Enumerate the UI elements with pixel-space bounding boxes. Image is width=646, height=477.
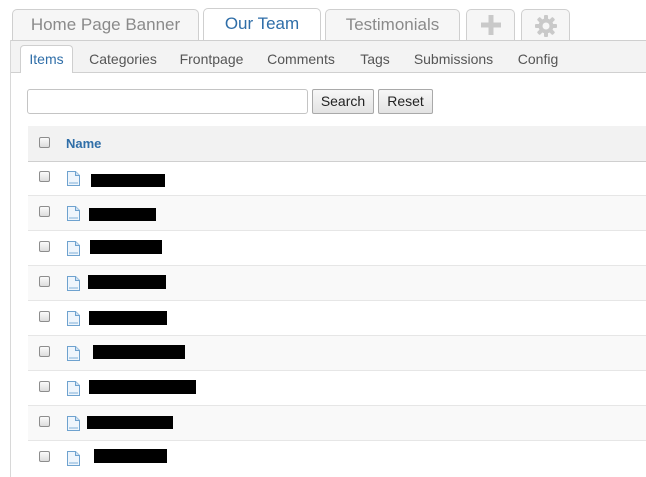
row-checkbox[interactable] [39, 276, 50, 287]
table-row[interactable] [28, 371, 646, 406]
tab-home-page-banner[interactable]: Home Page Banner [12, 9, 199, 40]
document-icon [67, 381, 80, 396]
gear-icon [534, 15, 557, 37]
redacted-item-name[interactable] [89, 380, 196, 394]
redacted-item-name[interactable] [93, 345, 185, 359]
row-checkbox[interactable] [39, 346, 50, 357]
row-checkbox[interactable] [39, 241, 50, 252]
document-icon [67, 346, 80, 361]
tab-testimonials[interactable]: Testimonials [325, 9, 460, 40]
add-tab-button[interactable] [466, 9, 515, 40]
redacted-item-name[interactable] [94, 449, 167, 463]
reset-button[interactable]: Reset [378, 89, 433, 114]
tab-our-team[interactable]: Our Team [203, 8, 321, 41]
redacted-item-name[interactable] [87, 416, 173, 429]
document-icon [67, 416, 80, 431]
panel-border [10, 40, 11, 477]
table-header: Name [28, 126, 646, 162]
redacted-item-name[interactable] [89, 311, 167, 325]
subtab-submissions[interactable]: Submissions [410, 49, 497, 73]
redacted-item-name[interactable] [89, 208, 156, 221]
table-row[interactable] [28, 266, 646, 301]
table-row[interactable] [28, 441, 646, 476]
document-icon [67, 171, 80, 186]
table-row[interactable] [28, 336, 646, 371]
settings-tab-button[interactable] [521, 9, 570, 40]
search-input[interactable] [27, 89, 308, 114]
row-checkbox[interactable] [39, 451, 50, 462]
document-icon [67, 276, 80, 291]
table-row[interactable] [28, 406, 646, 441]
row-checkbox[interactable] [39, 416, 50, 427]
table-row[interactable] [28, 301, 646, 336]
row-checkbox[interactable] [39, 171, 50, 182]
column-header-name[interactable]: Name [66, 136, 101, 151]
subtab-categories[interactable]: Categories [83, 49, 163, 73]
document-icon [67, 451, 80, 466]
document-icon [67, 311, 80, 326]
row-checkbox[interactable] [39, 206, 50, 217]
table-row[interactable] [28, 161, 646, 196]
top-tab-strip: Home Page Banner Our Team Testimonials [0, 0, 646, 41]
redacted-item-name[interactable] [90, 240, 162, 254]
select-all-checkbox[interactable] [39, 137, 50, 148]
document-icon [67, 206, 80, 221]
search-button[interactable]: Search [312, 89, 374, 114]
subtab-comments[interactable]: Comments [264, 49, 338, 73]
row-checkbox[interactable] [39, 311, 50, 322]
subtab-items[interactable]: Items [20, 45, 73, 73]
row-checkbox[interactable] [39, 381, 50, 392]
subtab-frontpage[interactable]: Frontpage [174, 49, 249, 73]
subtab-config[interactable]: Config [511, 49, 565, 73]
plus-icon [480, 15, 501, 35]
redacted-item-name[interactable] [88, 275, 166, 289]
redacted-item-name[interactable] [91, 174, 165, 187]
document-icon [67, 241, 80, 256]
table-row[interactable] [28, 196, 646, 231]
subtab-tags[interactable]: Tags [356, 49, 394, 73]
sub-tab-bar: Items Categories Frontpage Comments Tags… [11, 41, 646, 73]
table-row[interactable] [28, 231, 646, 266]
